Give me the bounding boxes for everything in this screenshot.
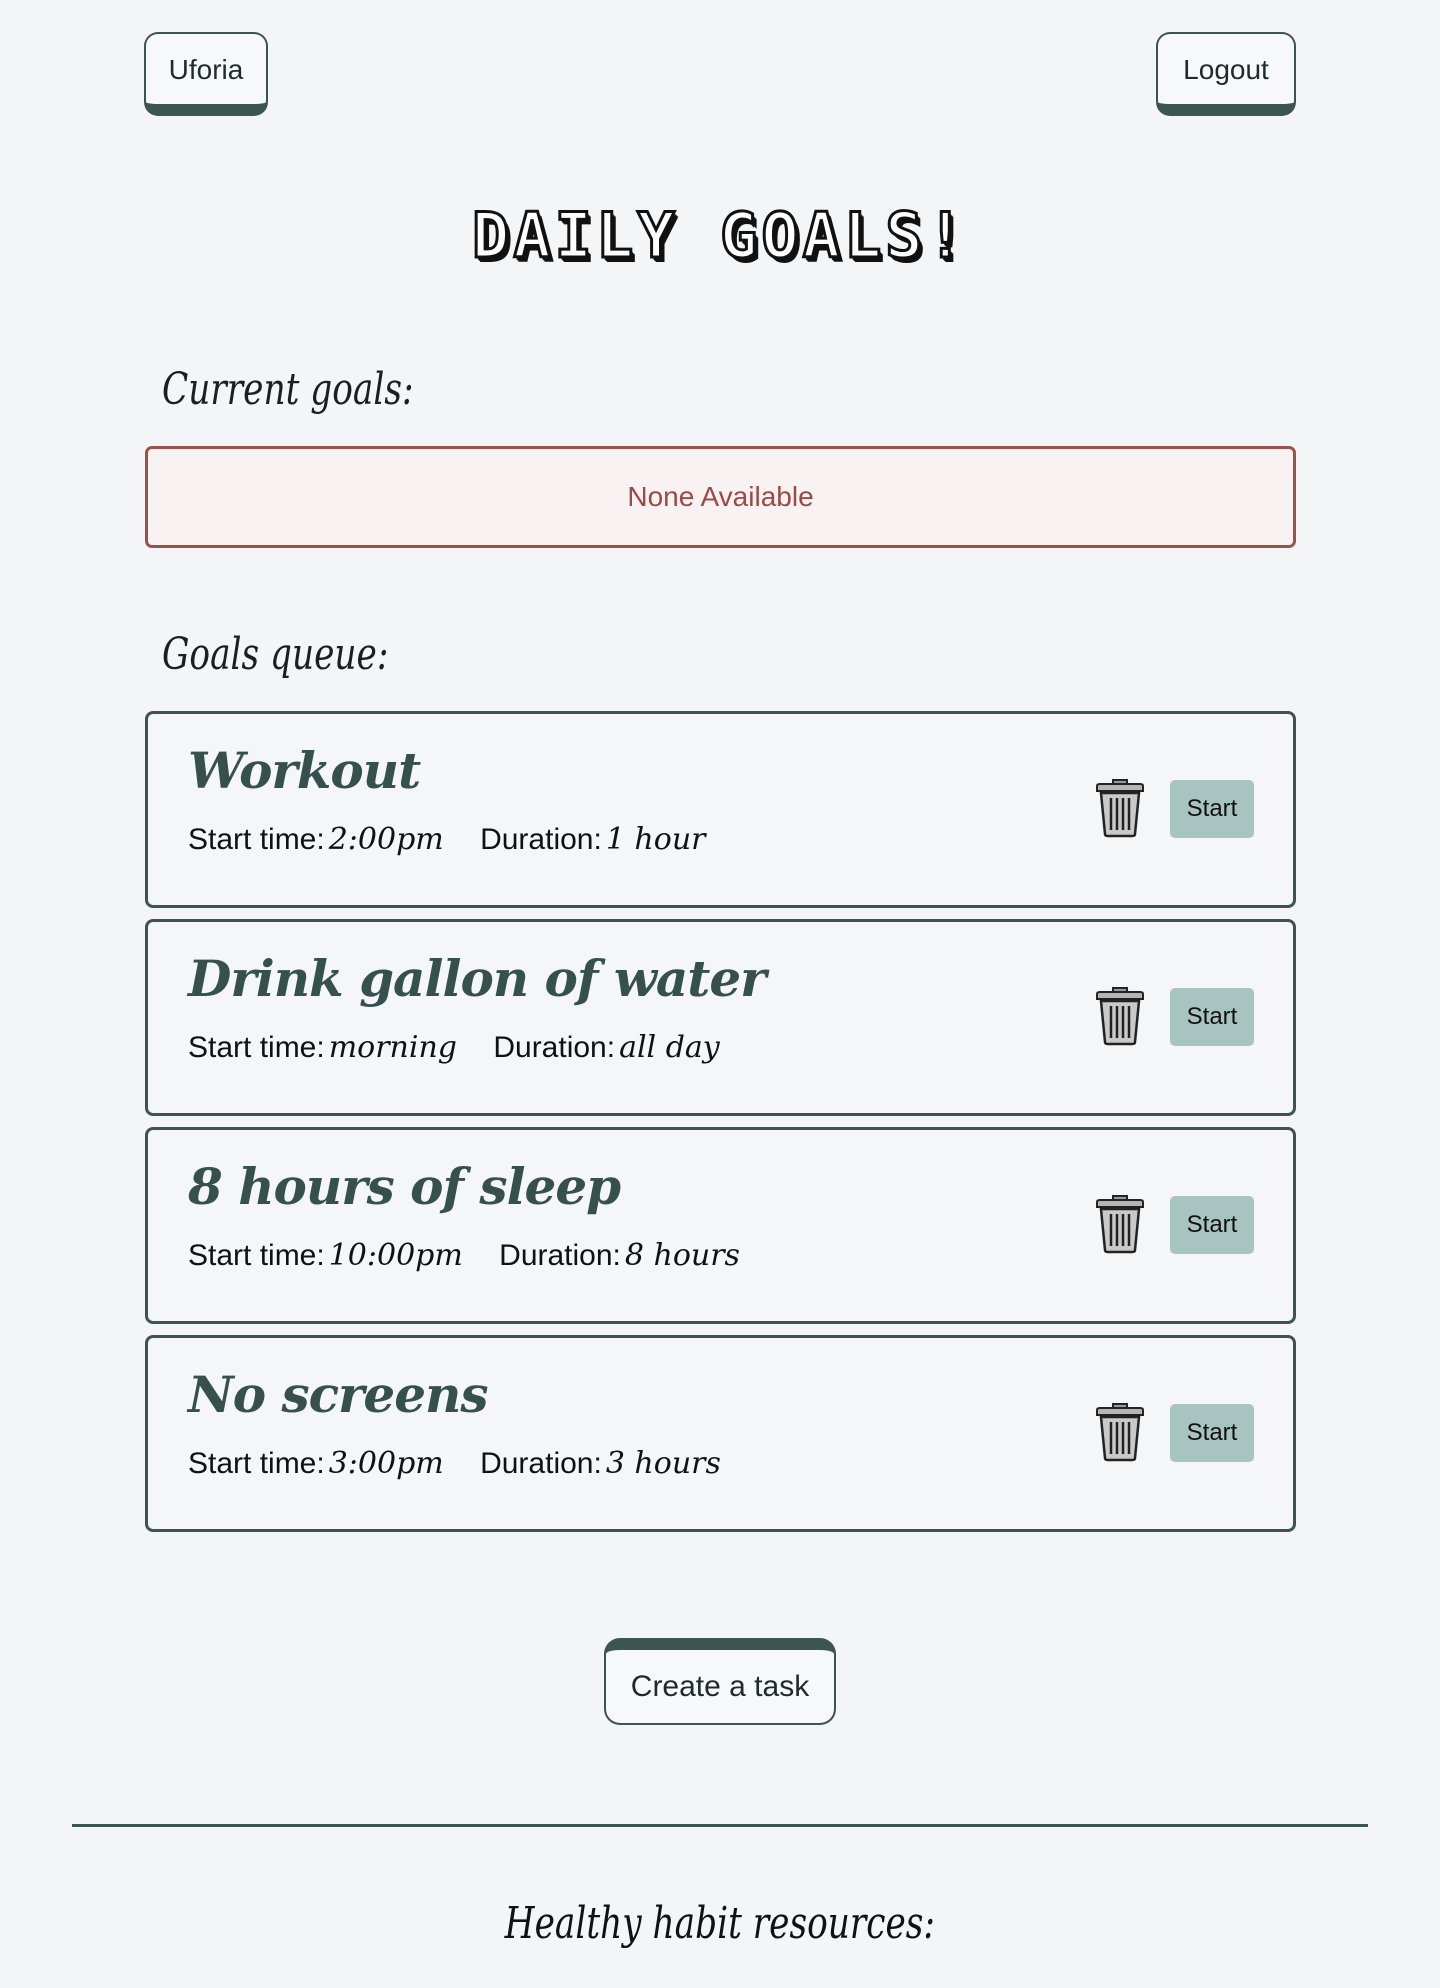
goal-title: 8 hours of sleep	[188, 1157, 621, 1216]
start-time-value: 2:00pm	[328, 822, 444, 857]
start-time-value: 10:00pm	[328, 1238, 463, 1273]
duration-label: Duration:	[480, 1447, 602, 1480]
duration-value: 3 hours	[605, 1446, 721, 1481]
section-divider	[72, 1824, 1368, 1827]
create-task-button[interactable]: Create a task	[604, 1638, 836, 1725]
goal-card-workout: Workout Start time: 2:00pm Duration: 1 hou…	[145, 711, 1296, 908]
logout-button[interactable]: Logout	[1156, 32, 1296, 116]
goal-title: Drink gallon of water	[188, 949, 767, 1008]
goals-queue-heading: Goals queue:	[162, 629, 389, 680]
resources-heading: Healthy habit resources:	[0, 1896, 1440, 1952]
goal-card-drink-water: Drink gallon of water Start time: morning…	[145, 919, 1296, 1116]
goal-card-sleep: 8 hours of sleep Start time: 10:00pm Dura…	[145, 1127, 1296, 1324]
duration-label: Duration:	[480, 823, 602, 856]
resources-heading-text: Healthy habit resources:	[504, 1898, 936, 1949]
goal-title: No screens	[188, 1365, 489, 1424]
brand-label: Uforia	[168, 54, 244, 85]
start-time-label: Start time:	[188, 823, 325, 856]
current-goals-empty-state: None Available	[145, 446, 1296, 548]
current-goals-heading: Current goals:	[162, 364, 414, 415]
start-button[interactable]: Start	[1170, 780, 1254, 838]
logout-label: Logout	[1183, 54, 1269, 85]
goal-title: Workout	[188, 741, 421, 800]
start-time-value: 3:00pm	[328, 1446, 444, 1481]
start-button[interactable]: Start	[1170, 1196, 1254, 1254]
duration-value: 8 hours	[624, 1238, 740, 1273]
duration-value: all day	[619, 1030, 720, 1065]
goal-meta: Start time: morning Duration: all day	[188, 1028, 720, 1068]
start-button-label: Start	[1186, 795, 1238, 822]
start-button[interactable]: Start	[1170, 1404, 1254, 1462]
goal-meta: Start time: 3:00pm Duration: 3 hours	[188, 1444, 721, 1484]
start-time-label: Start time:	[188, 1447, 325, 1480]
start-time-value: morning	[328, 1030, 457, 1065]
duration-label: Duration:	[493, 1031, 616, 1064]
trash-icon[interactable]	[1094, 1400, 1146, 1462]
goal-meta: Start time: 10:00pm Duration: 8 hours	[188, 1236, 740, 1276]
start-button-label: Start	[1186, 1211, 1238, 1238]
goal-card-no-screens: No screens Start time: 3:00pm Duration: 3 …	[145, 1335, 1296, 1532]
trash-icon[interactable]	[1094, 984, 1146, 1046]
brand-button[interactable]: Uforia	[144, 32, 268, 116]
goal-meta: Start time: 2:00pm Duration: 1 hour	[188, 820, 705, 860]
page-title: DAILY GOALS!	[471, 198, 968, 273]
start-button-label: Start	[1186, 1003, 1238, 1030]
duration-label: Duration:	[499, 1239, 621, 1272]
start-time-label: Start time:	[188, 1239, 325, 1272]
create-task-label: Create a task	[630, 1669, 810, 1703]
start-button[interactable]: Start	[1170, 988, 1254, 1046]
empty-state-text: None Available	[627, 481, 814, 512]
trash-icon[interactable]	[1094, 776, 1146, 838]
start-button-label: Start	[1186, 1419, 1238, 1446]
trash-icon[interactable]	[1094, 1192, 1146, 1254]
start-time-label: Start time:	[188, 1031, 325, 1064]
duration-value: 1 hour	[605, 822, 706, 857]
